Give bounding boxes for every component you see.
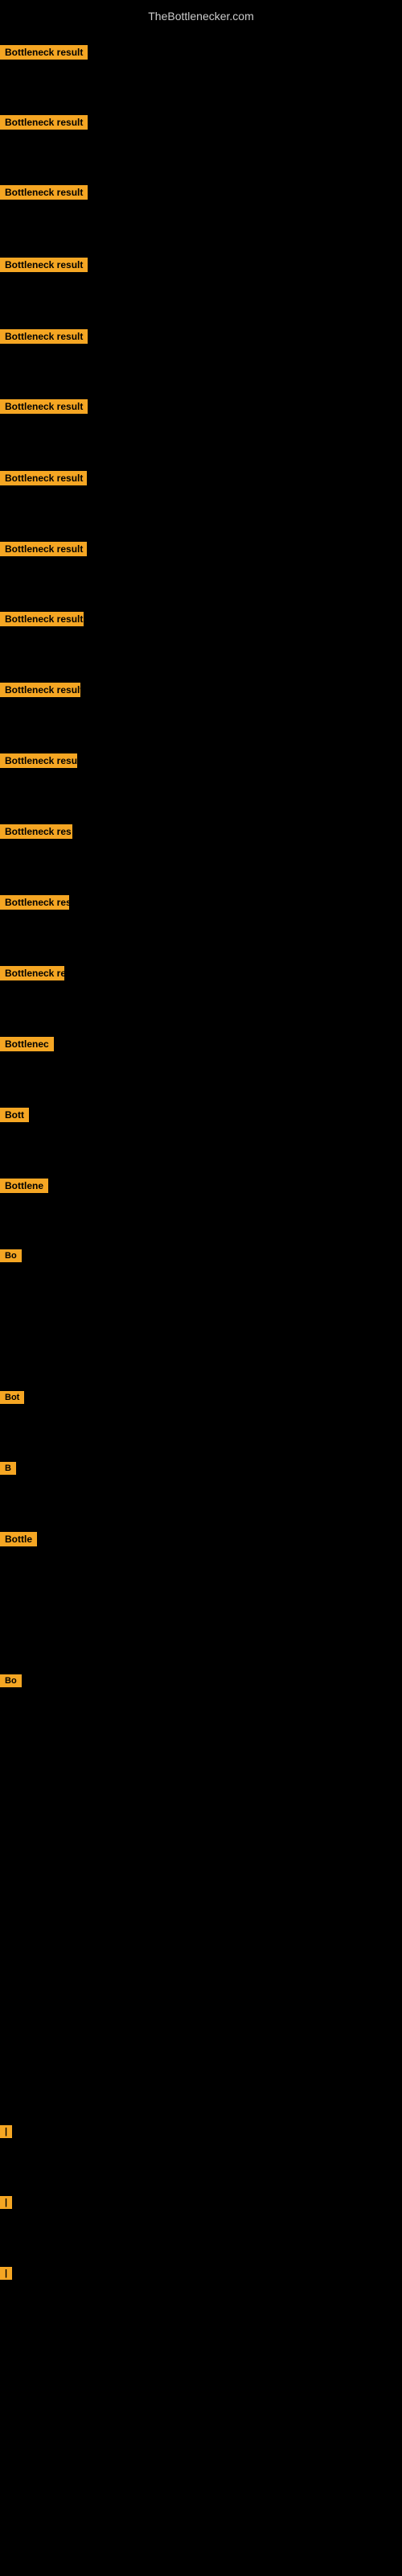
- bottleneck-result-badge: Bottleneck res: [0, 824, 72, 839]
- bottleneck-result-badge: Bo: [0, 1674, 22, 1687]
- bottleneck-result-badge: Bottleneck result: [0, 329, 88, 344]
- bottleneck-result-badge: Bottleneck result: [0, 185, 88, 200]
- bottleneck-result-badge: Bottleneck result: [0, 45, 88, 60]
- bottleneck-result-badge: Bottleneck result: [0, 258, 88, 272]
- bottleneck-result-badge: Bottleneck result: [0, 471, 87, 485]
- bottleneck-result-badge: Bottlenec: [0, 1037, 54, 1051]
- bottleneck-result-badge: B: [0, 1462, 16, 1475]
- bottleneck-result-badge: Bottleneck res: [0, 895, 69, 910]
- bottleneck-result-badge: Bottleneck result: [0, 612, 84, 626]
- bottleneck-result-badge: Bottleneck result: [0, 683, 80, 697]
- bottleneck-result-badge: Bo: [0, 1249, 22, 1262]
- bottleneck-result-badge: Bot: [0, 1391, 24, 1404]
- bottleneck-result-badge: |: [0, 2267, 12, 2280]
- bottleneck-result-badge: Bottleneck result: [0, 399, 88, 414]
- site-title: TheBottlenecker.com: [0, 3, 402, 29]
- bottleneck-result-badge: Bottlene: [0, 1179, 48, 1193]
- bottleneck-result-badge: |: [0, 2196, 12, 2209]
- bottleneck-result-badge: Bottleneck result: [0, 115, 88, 130]
- bottleneck-result-badge: Bottle: [0, 1532, 37, 1546]
- bottleneck-result-badge: Bott: [0, 1108, 29, 1122]
- bottleneck-result-badge: Bottleneck resu: [0, 753, 77, 768]
- bottleneck-result-badge: Bottleneck re: [0, 966, 64, 980]
- bottleneck-result-badge: Bottleneck result: [0, 542, 87, 556]
- bottleneck-result-badge: |: [0, 2125, 12, 2138]
